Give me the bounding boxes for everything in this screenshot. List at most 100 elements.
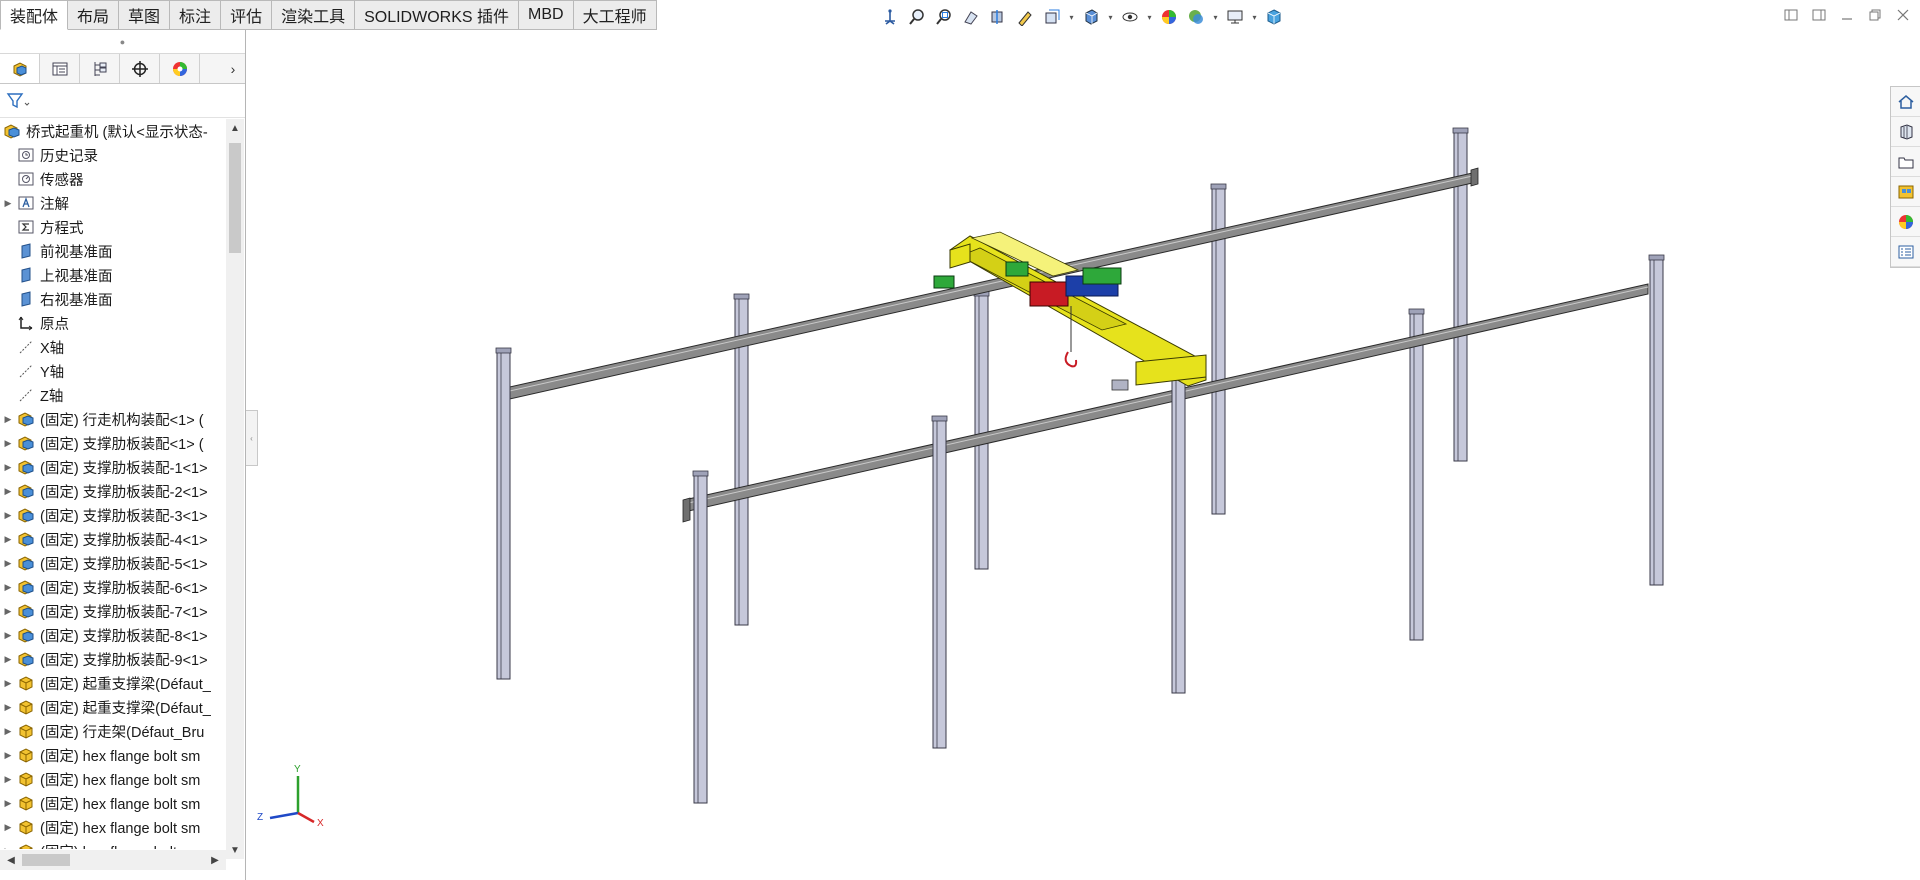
edit-appearance-icon[interactable] — [1157, 5, 1181, 29]
scroll-thumb-horizontal[interactable] — [22, 854, 70, 866]
view-palette-icon[interactable] — [1891, 177, 1920, 207]
solidworks-resources-icon[interactable] — [1891, 87, 1920, 117]
expand-caret-icon[interactable]: ▶ — [0, 486, 16, 497]
close-icon[interactable] — [1892, 4, 1914, 26]
expand-caret-icon[interactable]: ▶ — [0, 774, 16, 785]
tree-item[interactable]: X轴 — [0, 335, 226, 359]
tree-item[interactable]: ▶ (固定) hex flange bolt sm — [0, 791, 226, 815]
hide-show-dropdown-icon[interactable]: ▾ — [1145, 5, 1154, 29]
scroll-up-icon[interactable]: ▲ — [226, 119, 244, 137]
tree-vertical-scrollbar[interactable]: ▲ ▼ — [226, 119, 244, 859]
expand-caret-icon[interactable]: ▶ — [0, 798, 16, 809]
expand-caret-icon[interactable]: ▶ — [0, 750, 16, 761]
tab-render-tools[interactable]: 渲染工具 — [272, 0, 356, 30]
tree-item[interactable]: ▶ (固定) 支撑肋板装配<1> ( — [0, 431, 226, 455]
expand-caret-icon[interactable]: ▶ — [0, 462, 16, 473]
tab-evaluate[interactable]: 评估 — [221, 0, 273, 30]
tree-item[interactable]: ▶ (固定) 支撑肋板装配-1<1> — [0, 455, 226, 479]
apply-scene-icon[interactable] — [1184, 5, 1208, 29]
expand-caret-icon[interactable]: ▶ — [0, 438, 16, 449]
expand-caret-icon[interactable]: ▶ — [0, 702, 16, 713]
custom-properties-icon[interactable] — [1891, 237, 1920, 267]
filter-icon[interactable] — [6, 89, 36, 113]
tab-markup[interactable]: 标注 — [170, 0, 222, 30]
panel-right-icon[interactable] — [1808, 4, 1830, 26]
file-explorer-icon[interactable] — [1891, 147, 1920, 177]
display-manager-tab-icon[interactable] — [160, 54, 200, 83]
tree-item[interactable]: ▶ (固定) 支撑肋板装配-8<1> — [0, 623, 226, 647]
graphics-viewport[interactable]: Y Z X — [247, 30, 1889, 880]
scroll-left-icon[interactable]: ◀ — [2, 850, 20, 870]
expand-caret-icon[interactable]: ▶ — [0, 198, 16, 209]
apply-scene-dropdown-icon[interactable]: ▾ — [1211, 5, 1220, 29]
minimize-icon[interactable] — [1836, 4, 1858, 26]
tree-item[interactable]: 前视基准面 — [0, 239, 226, 263]
expand-caret-icon[interactable]: ▶ — [0, 606, 16, 617]
expand-caret-icon[interactable]: ▶ — [0, 846, 16, 850]
hide-show-items-icon[interactable] — [1118, 5, 1142, 29]
expand-caret-icon[interactable]: ▶ — [0, 534, 16, 545]
design-library-icon[interactable] — [1891, 117, 1920, 147]
dimxpert-tab-icon[interactable] — [120, 54, 160, 83]
view-orientation-icon[interactable] — [878, 5, 902, 29]
tree-item[interactable]: ▶ (固定) 支撑肋板装配-3<1> — [0, 503, 226, 527]
view-setting-dropdown-icon[interactable]: ▾ — [1067, 5, 1076, 29]
more-tabs-icon[interactable]: › — [221, 61, 245, 77]
tree-item[interactable]: ▶ (固定) 支撑肋板装配-7<1> — [0, 599, 226, 623]
previous-view-icon[interactable] — [959, 5, 983, 29]
view-settings-dropdown-icon[interactable]: ▾ — [1250, 5, 1259, 29]
tree-item[interactable]: 历史记录 — [0, 143, 226, 167]
tab-assembly[interactable]: 装配体 — [0, 0, 69, 30]
feature-manager-tab-icon[interactable] — [0, 54, 40, 83]
tree-item[interactable]: ▶ (固定) 支撑肋板装配-5<1> — [0, 551, 226, 575]
tree-item[interactable]: ▶ 注解 — [0, 191, 226, 215]
view-setting-icon[interactable] — [1040, 5, 1064, 29]
tree-item[interactable]: ▶ (固定) 起重支撑梁(Défaut_ — [0, 695, 226, 719]
tree-item[interactable]: ▶ (固定) hex flange bolt sm — [0, 743, 226, 767]
appearances-scenes-icon[interactable] — [1891, 207, 1920, 237]
tree-item[interactable]: ▶ (固定) hex flange bolt sm — [0, 839, 226, 849]
section-view-icon[interactable] — [986, 5, 1010, 29]
restore-icon[interactable] — [1864, 4, 1886, 26]
expand-caret-icon[interactable]: ▶ — [0, 630, 16, 641]
expand-caret-icon[interactable]: ▶ — [0, 678, 16, 689]
tree-item[interactable]: ▶ (固定) 支撑肋板装配-4<1> — [0, 527, 226, 551]
tree-item[interactable]: ▶ (固定) 起重支撑梁(Défaut_ — [0, 671, 226, 695]
tab-layout[interactable]: 布局 — [68, 0, 120, 30]
tree-item[interactable]: ▶ (固定) hex flange bolt sm — [0, 815, 226, 839]
expand-caret-icon[interactable]: ▶ — [0, 414, 16, 425]
panel-left-icon[interactable] — [1780, 4, 1802, 26]
expand-caret-icon[interactable]: ▶ — [0, 654, 16, 665]
view-settings-monitor-icon[interactable] — [1223, 5, 1247, 29]
tab-mbd[interactable]: MBD — [519, 0, 574, 30]
tree-item[interactable]: ▶ (固定) 支撑肋板装配-6<1> — [0, 575, 226, 599]
scroll-right-icon[interactable]: ▶ — [206, 850, 224, 870]
expand-caret-icon[interactable]: ▶ — [0, 558, 16, 569]
property-manager-tab-icon[interactable] — [40, 54, 80, 83]
panel-grip-icon[interactable]: ● — [0, 30, 245, 54]
zoom-to-area-icon[interactable] — [932, 5, 956, 29]
tree-item[interactable]: 上视基准面 — [0, 263, 226, 287]
display-style-icon[interactable] — [1079, 5, 1103, 29]
3d-view-cube-icon[interactable] — [1262, 5, 1286, 29]
expand-caret-icon[interactable]: ▶ — [0, 510, 16, 521]
tree-horizontal-scrollbar[interactable]: ◀ ▶ — [0, 850, 226, 870]
dynamic-annotation-icon[interactable] — [1013, 5, 1037, 29]
tree-item[interactable]: 传感器 — [0, 167, 226, 191]
tree-item[interactable]: 方程式 — [0, 215, 226, 239]
tab-solidworks-addins[interactable]: SOLIDWORKS 插件 — [355, 0, 520, 30]
tree-item[interactable]: ▶ (固定) 行走机构装配<1> ( — [0, 407, 226, 431]
tree-root[interactable]: 桥式起重机 (默认<显示状态- — [0, 119, 226, 143]
expand-caret-icon[interactable]: ▶ — [0, 822, 16, 833]
scroll-thumb[interactable] — [229, 143, 241, 253]
configuration-manager-tab-icon[interactable] — [80, 54, 120, 83]
tree-item[interactable]: ▶ (固定) hex flange bolt sm — [0, 767, 226, 791]
tree-item[interactable]: 原点 — [0, 311, 226, 335]
tab-big-engineer[interactable]: 大工程师 — [573, 0, 657, 30]
zoom-to-fit-icon[interactable] — [905, 5, 929, 29]
expand-caret-icon[interactable]: ▶ — [0, 582, 16, 593]
tree-item[interactable]: ▶ (固定) 支撑肋板装配-2<1> — [0, 479, 226, 503]
expand-caret-icon[interactable]: ▶ — [0, 726, 16, 737]
tree-item[interactable]: ▶ (固定) 支撑肋板装配-9<1> — [0, 647, 226, 671]
tree-item[interactable]: ▶ (固定) 行走架(Défaut_Bru — [0, 719, 226, 743]
